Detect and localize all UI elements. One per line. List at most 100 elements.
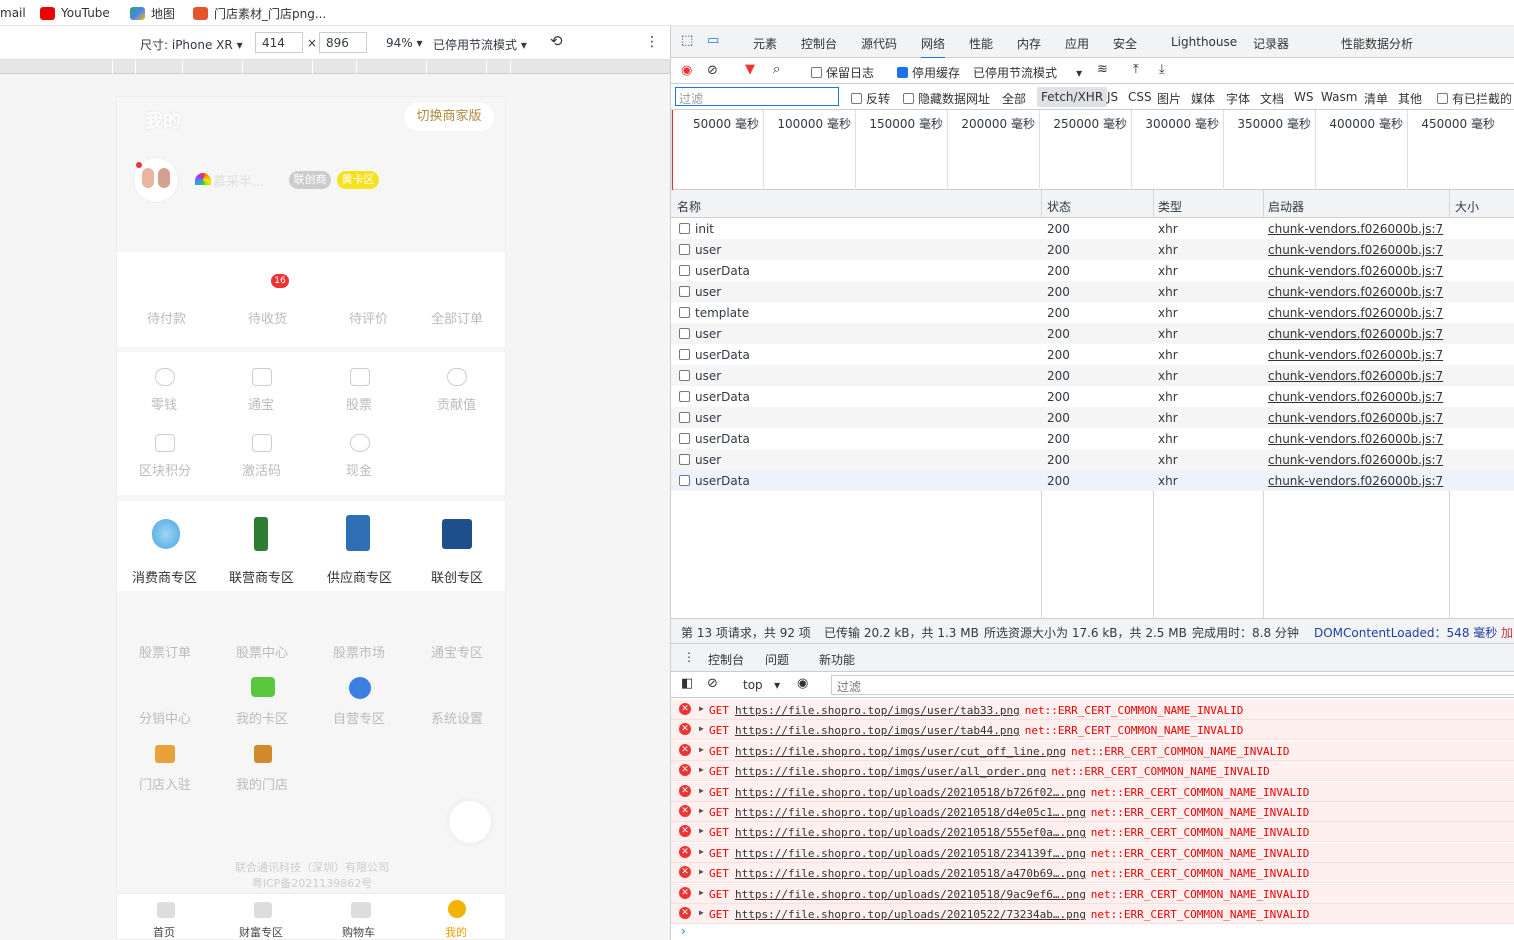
device-toggle-icon[interactable]: ▭ [707, 33, 719, 48]
col-initiator[interactable]: 启动器 [1268, 198, 1304, 215]
table-row[interactable]: user 200 xhr chunk-vendors.f026000b.js:7 [671, 365, 1514, 386]
tab-network[interactable]: 网络 [921, 35, 946, 59]
request-initiator-link[interactable]: chunk-vendors.f026000b.js:7 [1268, 369, 1443, 383]
tab-application[interactable]: 应用 [1065, 35, 1089, 52]
network-conditions-icon[interactable]: ≋ [1097, 62, 1108, 77]
request-name[interactable]: userData [695, 348, 750, 362]
request-initiator-link[interactable]: chunk-vendors.f026000b.js:7 [1268, 327, 1443, 341]
request-name[interactable]: user [695, 285, 721, 299]
drawer-menu-icon[interactable]: ⋮ [683, 650, 695, 664]
table-row[interactable]: user 200 xhr chunk-vendors.f026000b.js:7 [671, 323, 1514, 344]
request-initiator-link[interactable]: chunk-vendors.f026000b.js:7 [1268, 390, 1443, 404]
request-initiator-link[interactable]: chunk-vendors.f026000b.js:7 [1268, 264, 1443, 278]
col-name[interactable]: 名称 [677, 198, 701, 215]
expand-triangle-icon[interactable]: ▶ [699, 765, 704, 774]
tab-lighthouse[interactable]: Lighthouse [1171, 35, 1237, 49]
type-fetch-xhr[interactable]: Fetch/XHR [1037, 87, 1108, 107]
context-select[interactable]: top ▾ [743, 678, 780, 692]
error-url-link[interactable]: https://file.shopro.top/imgs/user/tab33.… [735, 704, 1020, 717]
request-name[interactable]: user [695, 411, 721, 425]
table-row[interactable]: user 200 xhr chunk-vendors.f026000b.js:7 [671, 449, 1514, 470]
wallet-cash[interactable]: 现金 [346, 460, 372, 479]
record-icon[interactable]: ◉ [681, 63, 692, 78]
inspect-icon[interactable]: ⬚ [681, 33, 693, 48]
more-options-icon[interactable]: ⋮ [645, 34, 659, 50]
network-throttle-select[interactable]: 已停用节流模式 ▾ [973, 64, 1082, 81]
row-checkbox[interactable] [679, 412, 690, 423]
expand-triangle-icon[interactable]: ▶ [699, 908, 704, 917]
device-select[interactable]: 尺寸: iPhone XR ▾ [140, 36, 243, 53]
order-pending-review[interactable]: 待评价 [349, 308, 388, 327]
error-url-link[interactable]: https://file.shopro.top/uploads/20210518… [735, 847, 1086, 860]
row-checkbox[interactable] [679, 349, 690, 360]
request-initiator-link[interactable]: chunk-vendors.f026000b.js:7 [1268, 453, 1443, 467]
table-row[interactable]: init 200 xhr chunk-vendors.f026000b.js:7 [671, 218, 1514, 239]
expand-triangle-icon[interactable]: ▶ [699, 786, 704, 795]
console-filter-input[interactable]: 过滤 [831, 675, 1514, 695]
zone-supplier[interactable]: 供应商专区 [327, 567, 392, 586]
table-row[interactable]: user 200 xhr chunk-vendors.f026000b.js:7 [671, 407, 1514, 428]
wallet-contribution[interactable]: 贡献值 [437, 394, 476, 413]
col-size[interactable]: 大小 [1455, 198, 1479, 215]
tab-recorder[interactable]: 记录器 [1253, 35, 1289, 52]
table-row[interactable]: userData 200 xhr chunk-vendors.f026000b.js:… [671, 344, 1514, 365]
request-name[interactable]: userData [695, 390, 750, 404]
zone-innovation[interactable]: 联创专区 [431, 567, 483, 586]
request-name[interactable]: user [695, 369, 721, 383]
tab-performance[interactable]: 性能 [969, 35, 993, 52]
expand-triangle-icon[interactable]: ▶ [699, 745, 704, 754]
order-pending-payment[interactable]: 待付款 [147, 308, 186, 327]
tab-memory[interactable]: 内存 [1017, 35, 1041, 52]
console-error-row[interactable]: ✕ ▶ GET https://file.shopro.top/imgs/user/a… [671, 761, 1514, 782]
row-checkbox[interactable] [679, 370, 690, 381]
type-wasm[interactable]: Wasm [1321, 90, 1357, 104]
rotate-icon[interactable]: ⟲ [550, 32, 563, 50]
avatar[interactable] [133, 157, 179, 203]
request-name[interactable]: user [695, 327, 721, 341]
error-url-link[interactable]: https://file.shopro.top/imgs/user/tab44.… [735, 724, 1020, 737]
menu-self-operated[interactable]: 自营专区 [333, 708, 385, 727]
menu-my-store[interactable]: 我的门店 [236, 774, 288, 793]
tab-home[interactable]: 首页 [153, 924, 175, 939]
menu-settings[interactable]: 系统设置 [431, 708, 483, 727]
console-error-row[interactable]: ✕ ▶ GET https://file.shopro.top/uploads/202… [671, 781, 1514, 802]
menu-store-entry[interactable]: 门店入驻 [139, 774, 191, 793]
throttle-select[interactable]: 已停用节流模式 ▾ [433, 36, 527, 53]
type-media[interactable]: 媒体 [1191, 90, 1215, 107]
expand-triangle-icon[interactable]: ▶ [699, 806, 704, 815]
table-row[interactable]: userData 200 xhr chunk-vendors.f026000b.js:… [671, 428, 1514, 449]
col-status[interactable]: 状态 [1047, 198, 1071, 215]
menu-my-card[interactable]: 我的卡区 [236, 708, 288, 727]
request-name[interactable]: userData [695, 474, 750, 488]
tab-sources[interactable]: 源代码 [861, 35, 897, 52]
type-js[interactable]: JS [1107, 90, 1118, 104]
error-url-link[interactable]: https://file.shopro.top/uploads/20210518… [735, 888, 1086, 901]
invert-checkbox[interactable]: 反转 [851, 90, 890, 107]
table-row[interactable]: userData 200 xhr chunk-vendors.f026000b.js:… [671, 470, 1514, 491]
device-height-input[interactable]: 896 [319, 32, 367, 53]
row-checkbox[interactable] [679, 286, 690, 297]
zone-consumer[interactable]: 消费商专区 [132, 567, 197, 586]
filter-input[interactable]: 过滤 [675, 87, 839, 106]
drawer-tab-whats-new[interactable]: 新功能 [819, 651, 855, 668]
expand-triangle-icon[interactable]: ▶ [699, 704, 704, 713]
request-initiator-link[interactable]: chunk-vendors.f026000b.js:7 [1268, 432, 1443, 446]
sidebar-toggle-icon[interactable]: ◧ [681, 676, 693, 691]
error-url-link[interactable]: https://file.shopro.top/uploads/20210518… [735, 826, 1086, 839]
wallet-change[interactable]: 零钱 [151, 394, 177, 413]
request-name[interactable]: template [695, 306, 749, 320]
tab-console[interactable]: 控制台 [801, 35, 837, 52]
network-timeline[interactable]: 50000 毫秒 100000 毫秒 150000 毫秒 200000 毫秒 2… [671, 110, 1514, 190]
error-url-link[interactable]: https://file.shopro.top/imgs/user/all_or… [735, 765, 1046, 778]
request-name[interactable]: init [695, 222, 714, 236]
request-initiator-link[interactable]: chunk-vendors.f026000b.js:7 [1268, 348, 1443, 362]
wallet-activation-code[interactable]: 激活码 [242, 460, 281, 479]
device-width-input[interactable]: 414 [255, 32, 303, 53]
float-button[interactable] [449, 801, 491, 843]
request-name[interactable]: userData [695, 264, 750, 278]
menu-tongbao-zone[interactable]: 通宝专区 [431, 642, 483, 661]
console-error-row[interactable]: ✕ ▶ GET https://file.shopro.top/uploads/202… [671, 863, 1514, 884]
row-checkbox[interactable] [679, 475, 690, 486]
disable-cache-checkbox[interactable]: 停用缓存 [897, 64, 960, 81]
type-img[interactable]: 图片 [1157, 90, 1181, 107]
